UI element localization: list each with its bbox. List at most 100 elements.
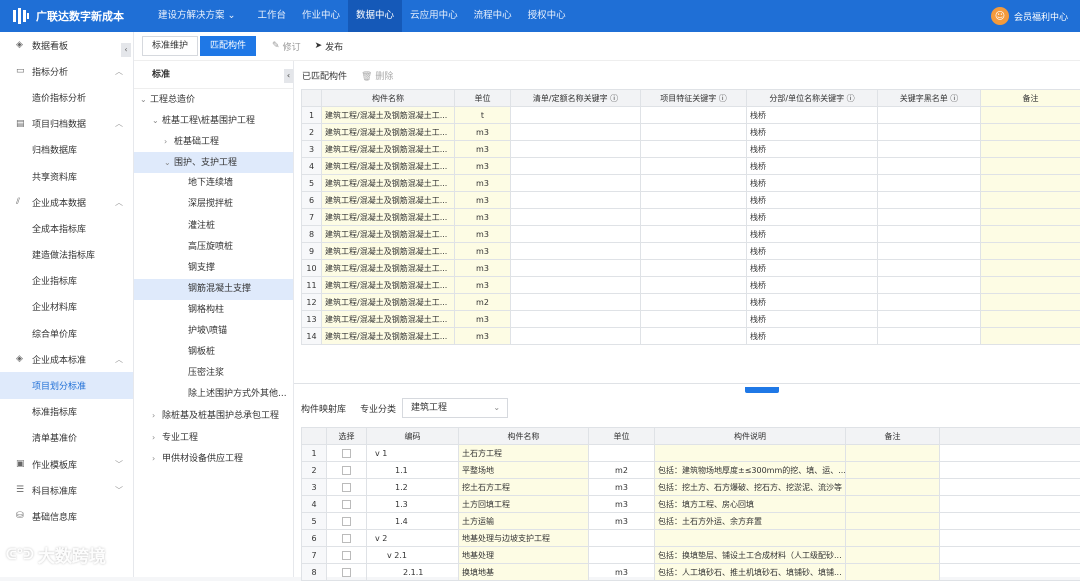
sidebar-item[interactable]: 标准指标库 (0, 399, 133, 425)
table-cell[interactable] (878, 124, 981, 141)
table-cell[interactable]: 栈桥 (747, 226, 878, 243)
table-cell[interactable]: 土方回填工程 (459, 496, 589, 513)
column-header[interactable] (302, 90, 322, 107)
nav-item-work-center[interactable]: 作业中心 (294, 0, 348, 32)
table-cell[interactable] (878, 260, 981, 277)
table-cell[interactable]: m3 (589, 513, 655, 530)
table-cell[interactable] (981, 260, 1080, 277)
table-cell[interactable] (981, 311, 1080, 328)
table-cell[interactable]: m3 (455, 277, 511, 294)
table-cell[interactable] (511, 209, 641, 226)
sidebar-item[interactable]: ▭指标分析︿ (0, 58, 133, 84)
table-cell[interactable] (511, 141, 641, 158)
select-cell[interactable] (327, 547, 367, 564)
table-cell[interactable]: 2.1.1 (367, 564, 459, 581)
table-cell[interactable] (846, 513, 940, 530)
table-cell[interactable] (641, 243, 747, 260)
column-header[interactable]: 单位 (455, 90, 511, 107)
nav-item-workbench[interactable]: 工作台 (250, 0, 295, 32)
tree-node[interactable]: ⌄桩基工程\桩基围护工程 (134, 110, 293, 131)
tree-node[interactable]: 除上述围护方式外其他... (134, 384, 293, 405)
table-cell[interactable] (981, 192, 1080, 209)
table-row[interactable]: 12建筑工程/混凝土及钢筋混凝土工...m2栈桥 (302, 294, 1080, 311)
row-checkbox[interactable] (342, 483, 351, 492)
table-cell[interactable] (641, 124, 747, 141)
table-cell[interactable] (655, 530, 846, 547)
sidebar-item[interactable]: ▣作业模板库﹀ (0, 451, 133, 477)
delete-button[interactable]: 🗑 删除 (361, 69, 393, 82)
table-cell[interactable]: m3 (455, 192, 511, 209)
table-cell[interactable] (878, 277, 981, 294)
table-cell[interactable] (981, 175, 1080, 192)
table-cell[interactable] (846, 564, 940, 581)
table-cell[interactable]: 1.1 (367, 462, 459, 479)
table-cell[interactable]: m3 (589, 479, 655, 496)
table-cell[interactable]: 栈桥 (747, 328, 878, 345)
table-cell[interactable]: 包括：土石方外运、余方弃置 (655, 513, 846, 530)
tree-node[interactable]: 钢格构柱 (134, 300, 293, 321)
table-cell[interactable]: v 1 (367, 445, 459, 462)
table-cell[interactable]: 栈桥 (747, 243, 878, 260)
table-cell[interactable]: 栈桥 (747, 209, 878, 226)
table-cell[interactable]: 建筑工程/混凝土及钢筋混凝土工... (322, 277, 455, 294)
table-row[interactable]: 6v 2地基处理与边坡支护工程 (302, 530, 1080, 547)
table-cell[interactable] (641, 107, 747, 124)
table-cell[interactable] (511, 294, 641, 311)
table-row[interactable]: 9建筑工程/混凝土及钢筋混凝土工...m3栈桥 (302, 243, 1080, 260)
column-header[interactable]: 关键字黑名单 ⓘ (878, 90, 981, 107)
table-row[interactable]: 8建筑工程/混凝土及钢筋混凝土工...m3栈桥 (302, 226, 1080, 243)
table-row[interactable]: 14建筑工程/混凝土及钢筋混凝土工...m3栈桥 (302, 328, 1080, 345)
table-cell[interactable]: v 2.1 (367, 547, 459, 564)
row-checkbox[interactable] (342, 466, 351, 475)
tree-node[interactable]: ›专业工程 (134, 427, 293, 448)
table-cell[interactable] (981, 158, 1080, 175)
table-cell[interactable]: 栈桥 (747, 158, 878, 175)
table-cell[interactable] (511, 311, 641, 328)
solution-dropdown[interactable]: 建设方解决方案 ⌄ (150, 0, 244, 32)
table-cell[interactable]: 换填地基 (459, 564, 589, 581)
table-cell[interactable] (589, 530, 655, 547)
table-row[interactable]: 11建筑工程/混凝土及钢筋混凝土工...m3栈桥 (302, 277, 1080, 294)
table-cell[interactable] (641, 328, 747, 345)
sidebar-item[interactable]: 企业材料库 (0, 294, 133, 320)
table-cell[interactable] (878, 226, 981, 243)
table-cell[interactable]: 包括：换填垫层、铺设土工合成材料（人工级配砂... (655, 547, 846, 564)
table-cell[interactable]: m3 (455, 328, 511, 345)
app-logo[interactable]: 广联达数字新成本 (0, 7, 150, 25)
table-cell[interactable]: 土方运输 (459, 513, 589, 530)
edit-button[interactable]: ✎修订 (272, 40, 301, 53)
table-cell[interactable] (981, 124, 1080, 141)
table-cell[interactable]: 包括：挖土方、石方爆破、挖石方、挖淤泥、流沙等 (655, 479, 846, 496)
table-cell[interactable] (981, 141, 1080, 158)
table-cell[interactable]: 建筑工程/混凝土及钢筋混凝土工... (322, 107, 455, 124)
tree-node[interactable]: ⌄工程总造价 (134, 89, 293, 110)
table-cell[interactable] (641, 209, 747, 226)
select-cell[interactable] (327, 479, 367, 496)
tree-node[interactable]: 钢支撑 (134, 258, 293, 279)
table-cell[interactable] (878, 192, 981, 209)
table-cell[interactable] (641, 311, 747, 328)
table-cell[interactable]: m3 (589, 564, 655, 581)
table-cell[interactable]: 建筑工程/混凝土及钢筋混凝土工... (322, 243, 455, 260)
table-cell[interactable]: 建筑工程/混凝土及钢筋混凝土工... (322, 141, 455, 158)
sidebar-item[interactable]: 全成本指标库 (0, 215, 133, 241)
table-row[interactable]: 6建筑工程/混凝土及钢筋混凝土工...m3栈桥 (302, 192, 1080, 209)
tree-node[interactable]: 钢筋混凝土支撑 (134, 279, 293, 300)
column-header[interactable]: 项目特征关键字 ⓘ (641, 90, 747, 107)
tree-node[interactable]: 深层搅拌桩 (134, 194, 293, 215)
table-cell[interactable]: 建筑工程/混凝土及钢筋混凝土工... (322, 328, 455, 345)
table-cell[interactable]: 栈桥 (747, 311, 878, 328)
sidebar-item[interactable]: ▤项目归档数据︿ (0, 111, 133, 137)
sidebar-item[interactable]: 综合单价库 (0, 320, 133, 346)
table-cell[interactable] (846, 462, 940, 479)
table-cell[interactable]: 建筑工程/混凝土及钢筋混凝土工... (322, 124, 455, 141)
nav-item-auth-center[interactable]: 授权中心 (520, 0, 574, 32)
tree-node[interactable]: 地下连续墙 (134, 173, 293, 194)
table-cell[interactable] (511, 192, 641, 209)
row-checkbox[interactable] (342, 517, 351, 526)
table-cell[interactable] (981, 209, 1080, 226)
table-row[interactable]: 2建筑工程/混凝土及钢筋混凝土工...m3栈桥 (302, 124, 1080, 141)
table-cell[interactable]: 包括：建筑物场地厚度±≤300mm的挖、填、运、... (655, 462, 846, 479)
row-checkbox[interactable] (342, 500, 351, 509)
table-cell[interactable]: 1.3 (367, 496, 459, 513)
